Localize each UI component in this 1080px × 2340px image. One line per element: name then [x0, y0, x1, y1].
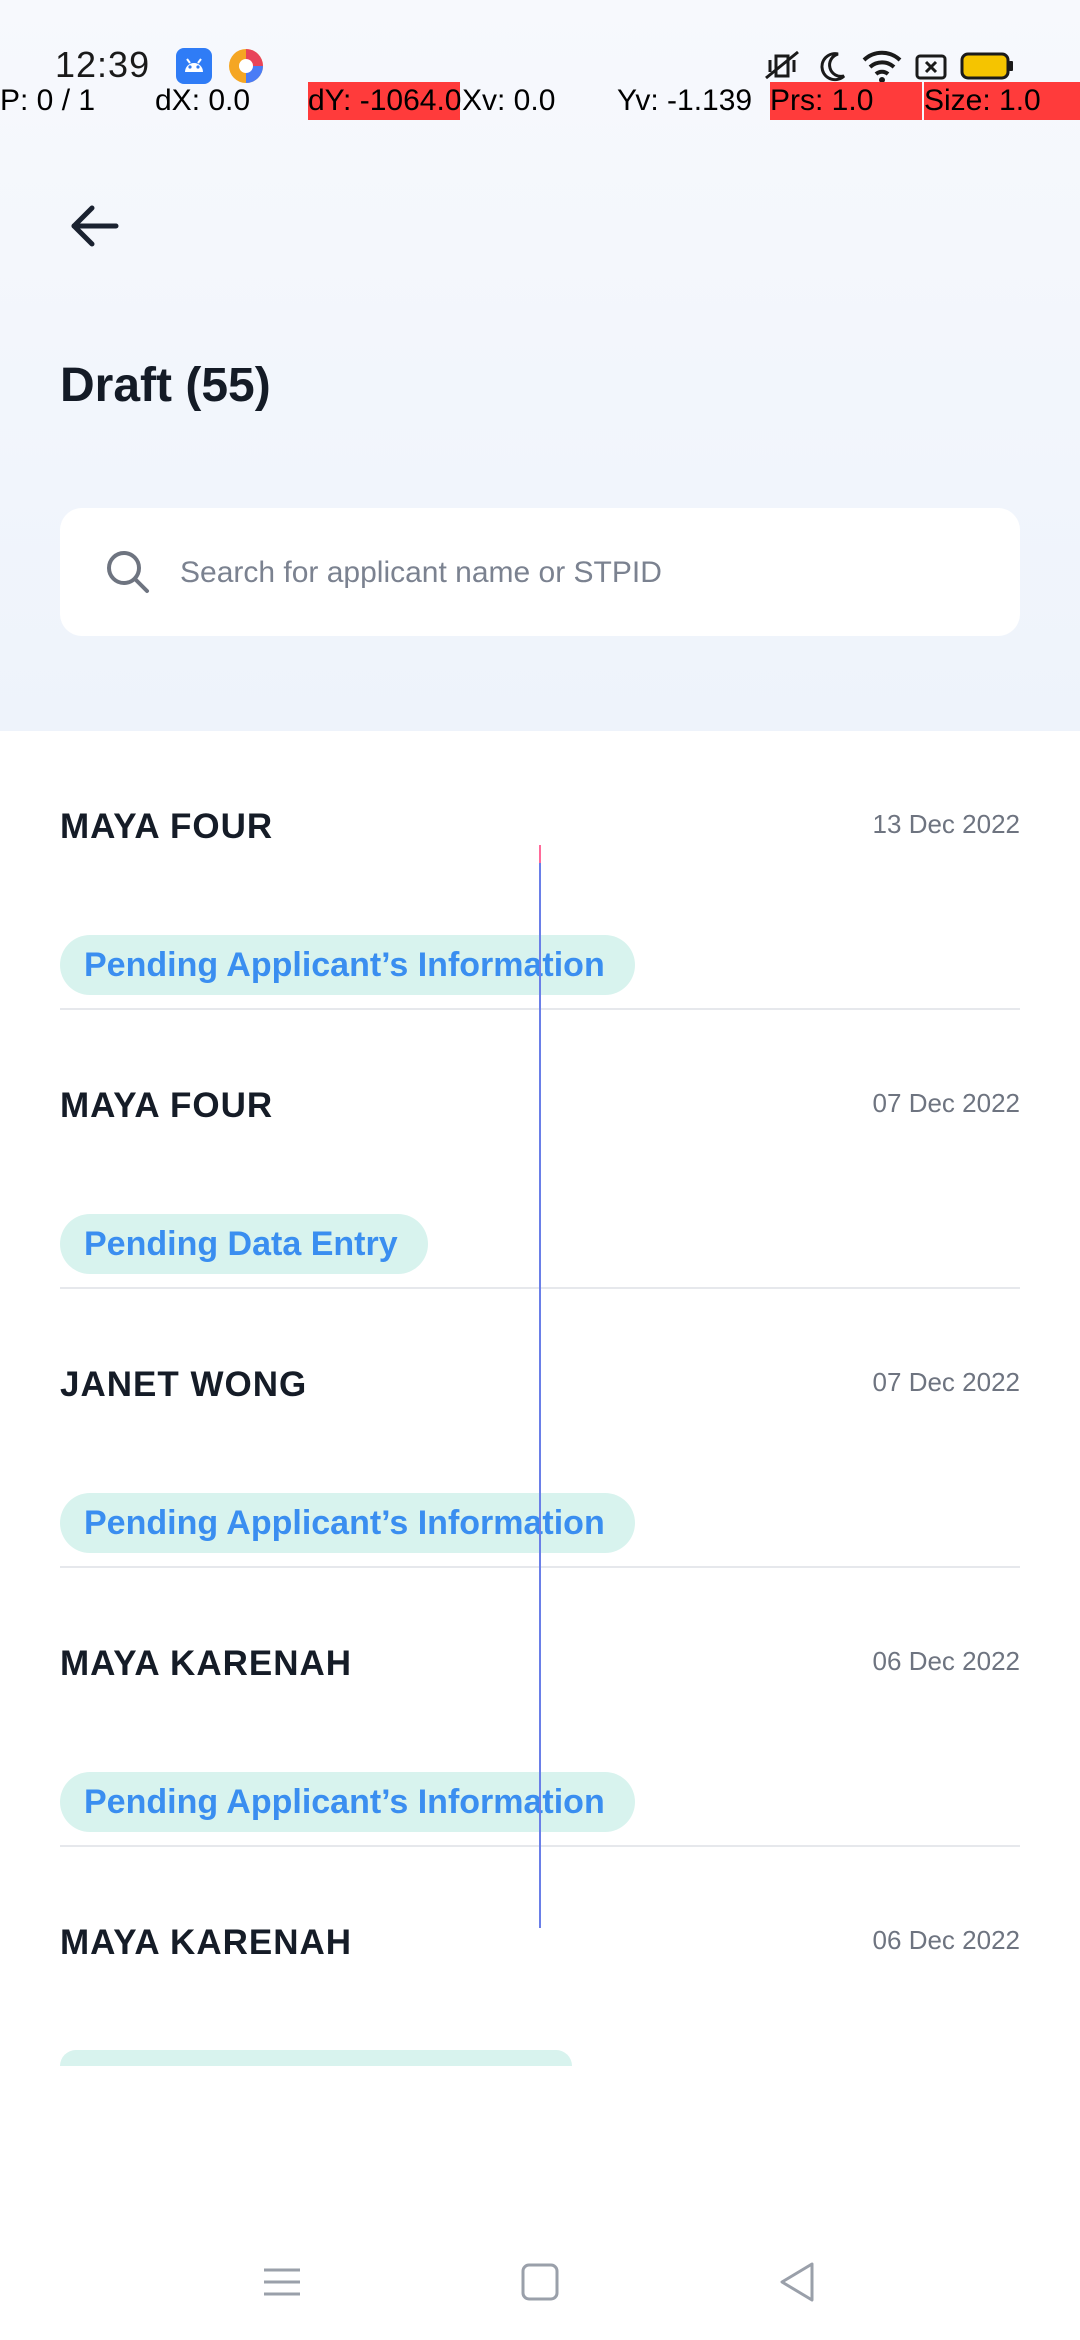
debug-xv: Xv: 0.0: [462, 84, 556, 117]
moon-icon: [818, 48, 848, 84]
debug-pointer: P: 0 / 1: [0, 84, 96, 117]
pointer-debug-overlay: P: 0 / 1 dX: 0.0 dY: -1064.0 Xv: 0.0 Yv:…: [0, 82, 1080, 120]
status-badge: Pending Data Entry: [60, 1214, 428, 1274]
draft-date: 13 Dec 2022: [872, 809, 1020, 839]
battery-icon: [960, 48, 1014, 84]
system-nav-bar: [0, 2220, 1080, 2340]
back-triangle-icon[interactable]: [766, 2252, 826, 2312]
debug-prs: Prs: 1.0: [770, 82, 922, 120]
page-title: Draft (55): [60, 359, 271, 412]
arrow-left-icon: [66, 198, 122, 259]
draft-date: 07 Dec 2022: [872, 1367, 1020, 1397]
draft-date: 06 Dec 2022: [872, 1646, 1020, 1676]
status-badge-partial: [60, 2050, 572, 2066]
debug-size: Size: 1.0: [924, 82, 1080, 120]
debug-dy: dY: -1064.0: [308, 82, 461, 120]
browser-app-icon: [228, 48, 264, 84]
status-time: 12:39: [55, 44, 151, 85]
draft-date: 07 Dec 2022: [872, 1088, 1020, 1118]
applicant-name: MAYA KARENAH: [60, 1644, 353, 1683]
android-debug-icon: [176, 48, 212, 84]
home-square-icon[interactable]: [510, 2252, 570, 2312]
search-icon: [104, 548, 152, 596]
debug-yv: Yv: -1.139: [617, 84, 753, 117]
draft-date: 06 Dec 2022: [872, 1925, 1020, 1955]
screenshot-icon: [914, 48, 948, 84]
status-badge: Pending Applicant’s Information: [60, 935, 635, 995]
menu-icon[interactable]: [252, 2252, 312, 2312]
back-button[interactable]: [58, 192, 130, 264]
applicant-name: JANET WONG: [60, 1365, 308, 1404]
status-badge: Pending Applicant’s Information: [60, 1772, 635, 1832]
debug-dx: dX: 0.0: [155, 84, 251, 117]
search-input[interactable]: [178, 542, 982, 604]
applicant-name: MAYA FOUR: [60, 807, 274, 846]
status-badge: Pending Applicant’s Information: [60, 1493, 635, 1553]
touch-trace-start: [539, 845, 541, 863]
applicant-name: MAYA KARENAH: [60, 1923, 353, 1962]
wifi-icon: [862, 48, 902, 84]
applicant-name: MAYA FOUR: [60, 1086, 274, 1125]
status-bar: 12:39: [0, 0, 1080, 85]
touch-trace-line: [539, 845, 541, 1928]
vibrate-mute-icon: [760, 48, 806, 84]
search-bar[interactable]: [60, 508, 1020, 636]
